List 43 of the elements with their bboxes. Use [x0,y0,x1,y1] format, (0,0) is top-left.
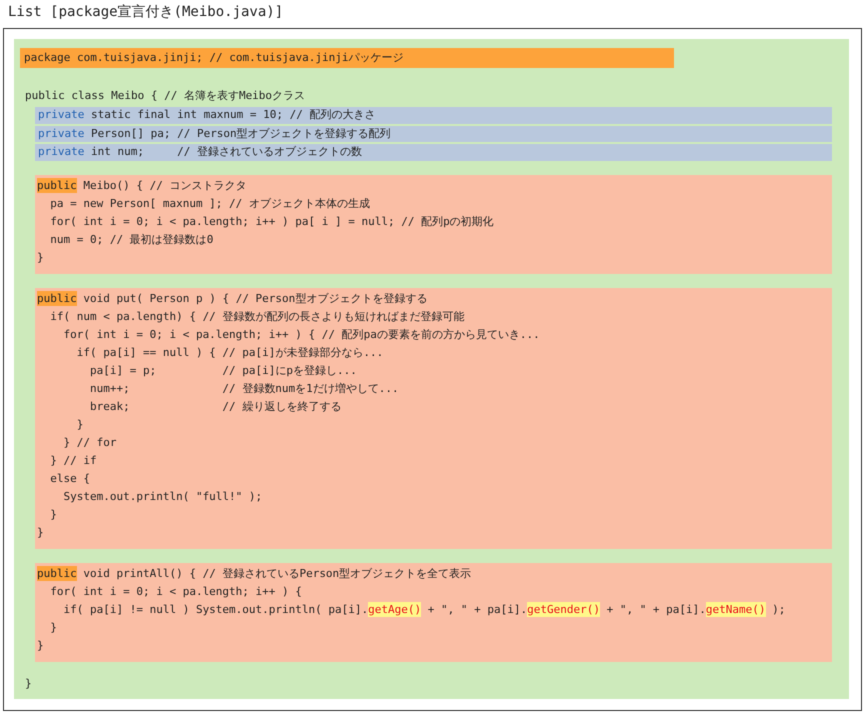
method-call-highlight: getGender() [527,602,600,616]
code-text: break; // 繰り返しを終了する [88,400,342,412]
code-text: } // if [49,454,97,466]
code-text: } [25,676,32,690]
code-text: } [76,418,84,430]
listing-title: List [package宣言付き(Meibo.java)] [7,3,284,22]
code-text: void put( Person p ) { // Person型オブジェクトを登録する [82,292,428,304]
code-text: + ", " + pa[i]. [606,602,706,616]
code-text: if( num < pa.length) { // 登録数が配列の長さよりも短ければまだ登録可能 [49,310,464,322]
code-text: num++; // 登録数numを1だけ増やして... [88,382,399,394]
code-text: public class Meibo { // 名簿を表すMeiboクラス [25,89,306,102]
keyword-highlight: public [37,290,77,306]
keyword-highlight: public [37,178,77,192]
code-text: if( pa[i] == null ) { // pa[i]が未登録部分なら... [76,346,384,358]
keyword: private [38,108,84,121]
code-text: + ", " + pa[i]. [426,602,528,616]
code-text: num = 0; // 最初は登録数は0 [49,232,214,246]
code-text: System.out.println( "full!" ); [62,490,262,502]
code-text: void printAll() { // 登録されているPerson型オブジェクトを全て表示 [82,566,472,580]
code-text: ); [771,602,786,616]
code-text: } [49,620,57,634]
keyword: private [38,145,84,158]
code-text: Meibo() { // コンストラクタ [82,178,246,192]
code-text: for( int i = 0; i < pa.length; i++ ) pa[ i ] = null; // 配列pの初期化 [49,214,494,228]
code-text: } // for [62,436,116,448]
code-text: package com.tuisjava.jinji; // com.tuisjava.jinjiパッケージ [24,51,404,64]
method-call-highlight: getAge() [368,602,422,616]
method-call-highlight: getName() [706,602,766,616]
code-text: Person[] pa; // Person型オブジェクトを登録する配列 [90,126,391,140]
code-text: } [37,638,44,652]
code-text: pa = new Person[ maxnum ]; // オブジェクト本体の生成 [49,196,370,210]
code-text: } [49,508,57,520]
code-text: for( int i = 0; i < pa.length; i++ ) { // 配列paの要素を前の方から見ていき... [62,328,540,340]
code-text: int num; // 登録されているオブジェクトの数 [90,145,362,158]
code-text: } [37,250,44,264]
keyword-highlight: public [37,566,77,580]
code-text: for( int i = 0; i < pa.length; i++ ) { [49,584,302,598]
code-text: pa[i] = p; // pa[i]にpを登録し... [88,364,357,376]
code-text: static final int maxnum = 10; // 配列の大きさ [90,108,376,121]
keyword: private [38,126,84,140]
code-text: else { [49,472,90,484]
code-text: if( pa[i] != null ) System.out.println( pa[i]. [62,602,368,616]
code-text: } [37,526,44,538]
